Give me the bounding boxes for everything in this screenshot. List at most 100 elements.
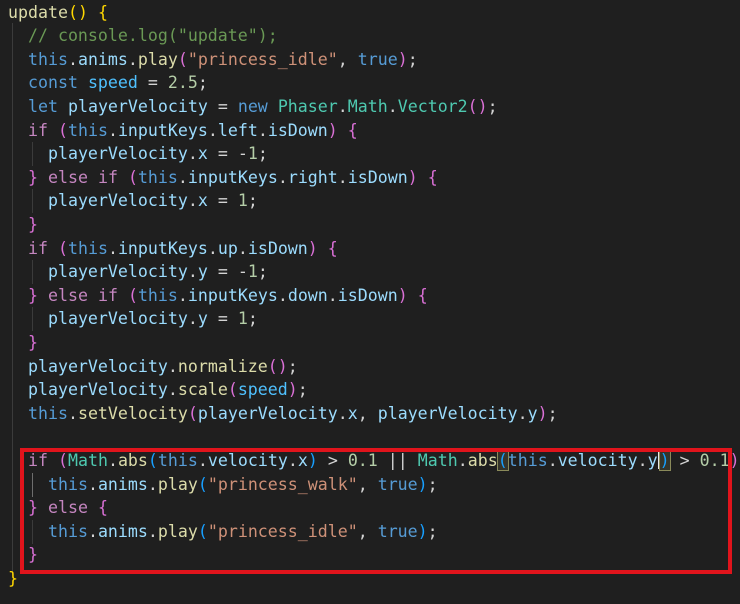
code-token: ( bbox=[127, 285, 138, 305]
code-line[interactable]: // console.log("update"); bbox=[8, 24, 278, 48]
code-token: inputKeys bbox=[117, 120, 208, 140]
code-line[interactable]: this.anims.play("princess_idle", true); bbox=[8, 520, 438, 544]
code-line[interactable]: playerVelocity.x = 1; bbox=[8, 189, 258, 213]
code-token: . bbox=[337, 97, 348, 116]
code-token: this bbox=[47, 521, 88, 541]
code-line[interactable]: if (this.inputKeys.left.isDown) { bbox=[8, 119, 358, 143]
code-token: isDown bbox=[337, 285, 398, 305]
code-token: anims bbox=[77, 49, 128, 69]
code-token: this bbox=[27, 49, 68, 69]
code-token: normalize bbox=[177, 356, 268, 376]
code-line[interactable]: if (this.inputKeys.up.isDown) { bbox=[8, 237, 338, 261]
code-token: { bbox=[427, 167, 438, 187]
code-token: x bbox=[197, 191, 208, 211]
code-token: 1 bbox=[247, 262, 258, 282]
code-token: else bbox=[47, 498, 88, 518]
code-token: . bbox=[237, 238, 248, 258]
code-line[interactable]: playerVelocity.y = 1; bbox=[8, 307, 258, 331]
code-token: . bbox=[67, 403, 78, 423]
code-token: speed bbox=[237, 380, 288, 400]
code-token: 0.1 bbox=[699, 451, 730, 470]
code-token: ) bbox=[307, 238, 318, 258]
code-line[interactable]: } bbox=[8, 567, 18, 591]
code-token: } bbox=[27, 498, 38, 518]
code-line[interactable]: this.anims.play("princess_idle", true); bbox=[8, 48, 418, 72]
code-token: > bbox=[317, 451, 348, 470]
code-line[interactable]: playerVelocity.scale(speed); bbox=[8, 378, 308, 402]
code-token: ( bbox=[57, 238, 68, 258]
code-token: let bbox=[27, 97, 58, 116]
code-line[interactable]: } else { bbox=[8, 496, 108, 520]
code-token: , bbox=[357, 521, 378, 541]
code-token: , bbox=[357, 403, 378, 423]
code-token: || bbox=[377, 451, 418, 470]
code-line[interactable]: if (Math.abs(this.velocity.x) > 0.1 || M… bbox=[8, 449, 740, 473]
code-token: if bbox=[97, 285, 118, 305]
code-token: this bbox=[27, 403, 68, 423]
code-line[interactable]: } else if (this.inputKeys.right.isDown) … bbox=[8, 166, 438, 190]
code-token: . bbox=[107, 451, 118, 470]
code-line[interactable]: const speed = 2.5; bbox=[8, 71, 208, 95]
code-token: = bbox=[207, 309, 238, 329]
code-line[interactable]: } bbox=[8, 543, 38, 567]
code-token: } bbox=[27, 545, 38, 565]
code-token: x bbox=[347, 403, 358, 423]
code-token: . bbox=[147, 521, 158, 541]
code-editor[interactable]: update() { // console.log("update"); thi… bbox=[0, 0, 740, 604]
code-token: playerVelocity bbox=[27, 356, 168, 376]
code-line[interactable]: playerVelocity.x = -1; bbox=[8, 142, 268, 166]
code-token: ( bbox=[197, 474, 208, 494]
code-token: . bbox=[87, 521, 98, 541]
code-token: ) bbox=[658, 450, 671, 471]
code-line[interactable]: this.anims.play("princess_walk", true); bbox=[8, 473, 438, 497]
code-token: . bbox=[337, 167, 348, 187]
code-token: ) bbox=[407, 167, 418, 187]
code-token: velocity bbox=[557, 451, 638, 470]
code-token: this bbox=[157, 451, 198, 470]
code-token: ( bbox=[177, 49, 188, 69]
code-line[interactable]: update() { bbox=[8, 1, 108, 25]
code-token: . bbox=[387, 97, 398, 116]
code-token: ; bbox=[547, 403, 558, 423]
code-token: ) bbox=[417, 474, 428, 494]
code-token: update bbox=[8, 2, 68, 22]
code-line[interactable]: playerVelocity.normalize(); bbox=[8, 355, 298, 379]
code-token: } bbox=[27, 167, 38, 187]
code-line[interactable]: let playerVelocity = new Phaser.Math.Vec… bbox=[8, 95, 498, 119]
code-token: ) bbox=[307, 451, 318, 470]
code-token: . bbox=[457, 451, 468, 470]
code-token: right bbox=[287, 167, 338, 187]
code-token: play bbox=[157, 521, 198, 541]
code-line[interactable]: playerVelocity.y = -1; bbox=[8, 260, 268, 284]
code-token: playerVelocity bbox=[47, 191, 188, 211]
code-token: playerVelocity bbox=[377, 403, 518, 423]
code-token: . bbox=[147, 474, 158, 494]
code-token: "princess_idle" bbox=[187, 49, 338, 69]
code-token: inputKeys bbox=[187, 285, 278, 305]
code-line[interactable]: this.setVelocity(playerVelocity.x, playe… bbox=[8, 402, 558, 426]
code-token: inputKeys bbox=[117, 238, 208, 258]
code-line[interactable]: } bbox=[8, 213, 38, 237]
code-token: . bbox=[637, 451, 648, 470]
code-line[interactable]: } bbox=[8, 331, 38, 355]
code-token: ; bbox=[257, 144, 268, 164]
code-token: isDown bbox=[267, 120, 328, 140]
code-line[interactable]: } else if (this.inputKeys.down.isDown) { bbox=[8, 284, 428, 308]
code-token: ) bbox=[537, 403, 548, 423]
code-token: velocity bbox=[207, 451, 288, 470]
